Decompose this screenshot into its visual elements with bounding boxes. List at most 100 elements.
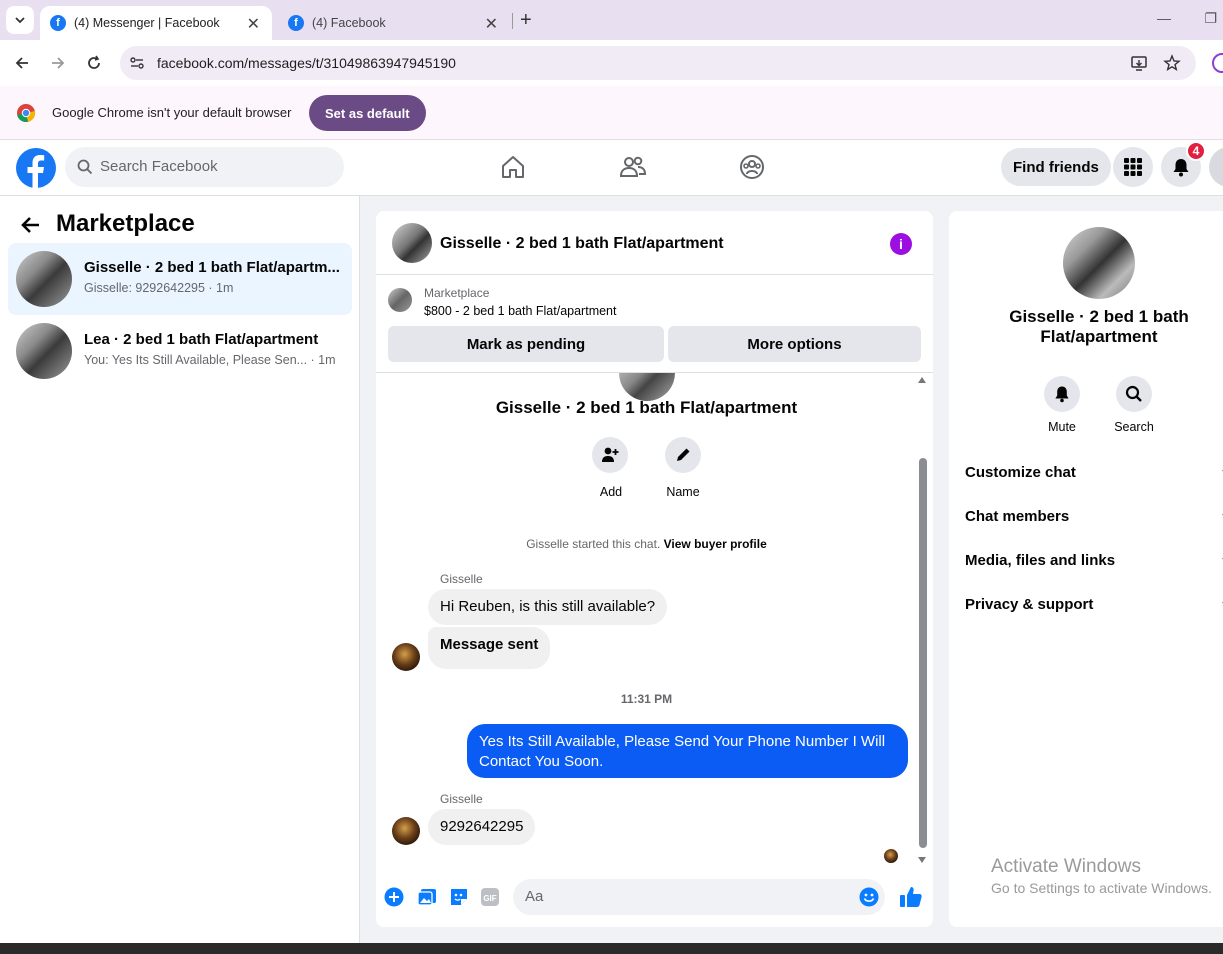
tab-divider: [512, 13, 513, 29]
media-files-links-section[interactable]: Media, files and links: [965, 552, 1223, 569]
chat-details-panel: Gisselle · 2 bed 1 bath Flat/apartment M…: [949, 211, 1223, 927]
chat-header: Gisselle · 2 bed 1 bath Flat/apartment i: [376, 211, 933, 275]
section-label: Media, files and links: [965, 552, 1116, 569]
gif-icon[interactable]: GIF: [480, 887, 500, 907]
name-action[interactable]: Name: [661, 437, 705, 499]
watermark-line1: Activate Windows: [991, 856, 1141, 877]
forward-arrow-icon[interactable]: [48, 53, 68, 73]
watermark-line2: Go to Settings to activate Windows.: [991, 880, 1212, 896]
close-tab-icon[interactable]: ✕: [247, 14, 260, 34]
chat-members-section[interactable]: Chat members: [965, 508, 1223, 525]
message-input[interactable]: Aa: [513, 879, 885, 915]
infobar-message: Google Chrome isn't your default browser: [52, 105, 292, 120]
bookmark-star-icon[interactable]: [1163, 54, 1181, 72]
add-person-icon: [602, 447, 619, 462]
reload-icon[interactable]: [84, 53, 104, 73]
account-avatar[interactable]: [1209, 147, 1223, 187]
back-arrow-icon[interactable]: [20, 214, 42, 236]
plus-circle-icon[interactable]: [384, 887, 404, 907]
friends-icon[interactable]: [619, 153, 647, 181]
thumbs-up-icon[interactable]: [899, 885, 923, 909]
chat-title[interactable]: Gisselle · 2 bed 1 bath Flat/apartment: [440, 235, 724, 253]
listing-thumbnail: [16, 251, 72, 307]
minimize-icon[interactable]: —: [1157, 10, 1171, 26]
listing-price[interactable]: $800 - 2 bed 1 bath Flat/apartment: [424, 304, 617, 318]
listing-thumbnail: [16, 323, 72, 379]
omnibox[interactable]: facebook.com/messages/t/3104986394794519…: [120, 46, 1196, 80]
back-arrow-icon[interactable]: [12, 53, 32, 73]
bell-icon: [1055, 386, 1069, 403]
customize-chat-section[interactable]: Customize chat: [965, 464, 1223, 481]
photo-icon[interactable]: [417, 887, 437, 907]
message-timestamp: 11:31 PM: [620, 692, 673, 706]
scroll-down-icon[interactable]: [918, 857, 926, 863]
tab-title: (4) Messenger | Facebook: [74, 16, 220, 30]
search-input[interactable]: Search Facebook: [100, 158, 218, 175]
listing-banner: Marketplace $800 - 2 bed 1 bath Flat/apa…: [376, 275, 933, 373]
message-sender: Gisselle: [440, 792, 483, 806]
info-icon[interactable]: i: [890, 233, 912, 255]
facebook-logo-icon[interactable]: [16, 148, 56, 188]
maximize-icon[interactable]: ❐: [1204, 10, 1217, 27]
mark-pending-button[interactable]: Mark as pending: [388, 326, 664, 362]
incoming-message[interactable]: 9292642295: [428, 809, 536, 845]
scrollbar-thumb[interactable]: [919, 458, 927, 848]
privacy-support-section[interactable]: Privacy & support: [965, 596, 1223, 613]
seen-receipt-avatar: [884, 849, 898, 863]
add-action[interactable]: Add: [592, 437, 630, 499]
set-default-button[interactable]: Set as default: [309, 95, 426, 131]
page-title: Marketplace: [56, 210, 195, 237]
sender-avatar[interactable]: [392, 817, 420, 845]
sticker-icon[interactable]: [449, 887, 469, 907]
install-app-icon[interactable]: [1130, 54, 1148, 72]
details-name: Gisselle · 2 bed 1 bath Flat/apartment: [1009, 307, 1189, 346]
facebook-header: Search Facebook Find friends 4: [0, 140, 1223, 196]
mute-action[interactable]: Mute: [1032, 376, 1092, 434]
listing-thumbnail[interactable]: [388, 288, 412, 312]
search-box[interactable]: Search Facebook: [65, 147, 344, 187]
message-placeholder: Aa: [525, 888, 544, 905]
scroll-up-icon[interactable]: [918, 377, 926, 383]
chat-avatar[interactable]: [392, 223, 432, 263]
os-taskbar: [0, 943, 1223, 954]
message-thread[interactable]: Gisselle · 2 bed 1 bath Flat/apartment A…: [376, 373, 933, 871]
groups-icon[interactable]: [738, 153, 766, 181]
address-bar-row: facebook.com/messages/t/3104986394794519…: [0, 40, 1223, 86]
outgoing-message[interactable]: Yes Its Still Available, Please Send You…: [467, 724, 908, 778]
bell-icon: [1173, 159, 1189, 177]
tab-search-button[interactable]: [6, 6, 34, 34]
search-icon: [77, 159, 93, 175]
pencil-icon: [677, 448, 690, 461]
menu-button[interactable]: [1113, 147, 1153, 187]
sender-avatar[interactable]: [392, 643, 420, 671]
more-options-button[interactable]: More options: [668, 326, 921, 362]
new-tab-icon[interactable]: +: [520, 9, 532, 32]
started-text: Gisselle started this chat.: [526, 537, 661, 551]
chrome-logo-icon: [17, 104, 36, 123]
conversation-item[interactable]: Gisselle · 2 bed 1 bath Flat/apartm... G…: [8, 243, 352, 315]
emoji-icon[interactable]: [859, 887, 879, 907]
chat-started-notice: Gisselle started this chat. View buyer p…: [376, 537, 917, 551]
section-label: Customize chat: [965, 464, 1076, 481]
site-settings-icon[interactable]: [129, 55, 145, 71]
tab-facebook[interactable]: f (4) Facebook ✕: [278, 6, 510, 40]
conversation-name: Lea · 2 bed 1 bath Flat/apartment: [84, 331, 319, 348]
search-action[interactable]: Search: [1104, 376, 1164, 434]
conversation-name: Gisselle · 2 bed 1 bath Flat/apartm...: [84, 259, 340, 276]
home-icon[interactable]: [499, 153, 527, 181]
message-sender: Gisselle: [440, 572, 483, 586]
thread-avatar: [619, 373, 675, 401]
close-tab-icon[interactable]: ✕: [485, 14, 498, 34]
view-buyer-profile-link[interactable]: View buyer profile: [664, 537, 767, 551]
activate-windows-watermark: Activate Windows Go to Settings to activ…: [991, 856, 1212, 896]
incoming-message[interactable]: Message sent: [428, 627, 551, 669]
search-icon: [1125, 385, 1142, 402]
find-friends-button[interactable]: Find friends: [1001, 148, 1111, 186]
url-text[interactable]: facebook.com/messages/t/3104986394794519…: [157, 55, 456, 71]
details-avatar[interactable]: [1063, 227, 1135, 299]
incoming-message[interactable]: Hi Reuben, is this still available?: [428, 589, 668, 625]
add-label: Add: [599, 485, 623, 499]
conversation-item[interactable]: Lea · 2 bed 1 bath Flat/apartment You: Y…: [8, 315, 352, 387]
profile-icon[interactable]: [1212, 53, 1223, 73]
tab-messenger[interactable]: f (4) Messenger | Facebook ✕: [40, 6, 272, 40]
